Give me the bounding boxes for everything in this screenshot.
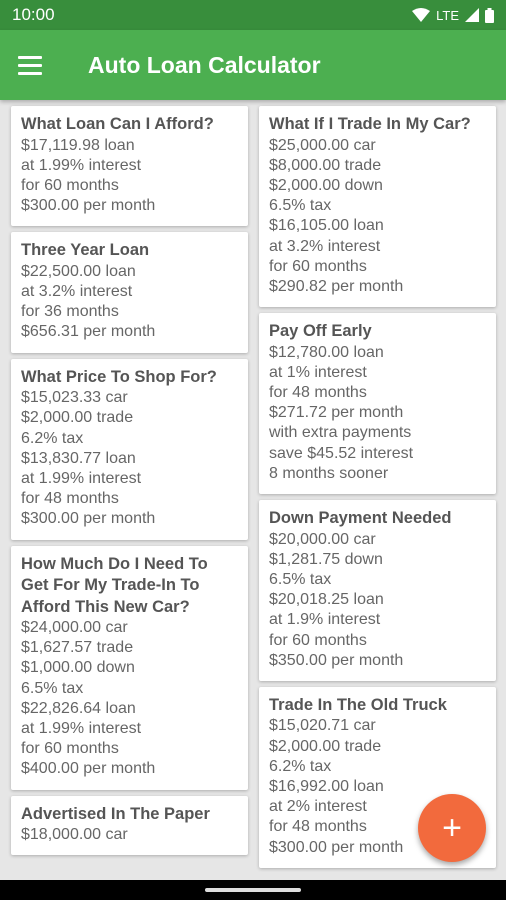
loan-card-detail: for 60 months: [269, 631, 367, 649]
loan-card-detail: $300.00 per month: [21, 197, 156, 215]
loan-card-detail: $1,627.57 trade: [21, 639, 134, 657]
loan-card-detail: $16,105.00 loan: [269, 217, 384, 235]
loan-card-detail: for 48 months: [21, 490, 119, 508]
loan-card-detail: 6.5% tax: [269, 197, 332, 215]
plus-icon: +: [442, 808, 462, 847]
loan-card[interactable]: Advertised In The Paper $18,000.00 car: [11, 795, 248, 856]
saved-loans-grid[interactable]: What Loan Can I Afford? $17,119.98 loan at…: [0, 100, 506, 880]
loan-card-detail: $12,780.00 loan: [269, 343, 384, 361]
loan-card-detail: $656.31 per month: [21, 323, 156, 341]
loan-card-detail: $8,000.00 trade: [269, 156, 382, 174]
loan-card-detail: at 1% interest: [269, 363, 367, 381]
loan-card-detail: $400.00 per month: [21, 760, 156, 778]
loan-card-detail: $1,281.75 down: [269, 550, 383, 568]
loan-card-detail: for 60 months: [21, 740, 119, 758]
loan-card-title: Down Payment Needed: [269, 509, 452, 528]
app-title: Auto Loan Calculator: [88, 51, 321, 78]
loan-card-detail: $2,000.00 trade: [21, 409, 134, 427]
right-column: What If I Trade In My Car? $25,000.00 car…: [259, 100, 496, 874]
loan-card-detail: for 48 months: [269, 384, 367, 402]
loan-card-detail: 6.5% tax: [269, 570, 332, 588]
loan-card-detail: $22,500.00 loan: [21, 262, 136, 280]
status-bar: 10:00 LTE: [0, 0, 506, 30]
loan-card-detail: 8 months sooner: [269, 464, 389, 482]
loan-card-title: How Much Do I Need To Get For My Trade-I…: [21, 554, 208, 616]
add-loan-button[interactable]: +: [418, 794, 486, 862]
loan-card[interactable]: Pay Off Early $12,780.00 loan at 1% intere…: [259, 313, 496, 495]
wifi-icon: [412, 8, 431, 22]
left-column: What Loan Can I Afford? $17,119.98 loan at…: [11, 100, 248, 861]
loan-card-title: Three Year Loan: [21, 241, 150, 260]
hamburger-menu-icon[interactable]: [18, 47, 54, 83]
loan-card-title: Pay Off Early: [269, 322, 372, 341]
loan-card-detail: $20,018.25 loan: [269, 591, 384, 609]
gesture-handle[interactable]: [205, 888, 301, 892]
loan-card-detail: $13,830.77 loan: [21, 449, 136, 467]
loan-card-detail: $300.00 per month: [21, 510, 156, 528]
loan-card-detail: at 1.99% interest: [21, 156, 142, 174]
app-bar: Auto Loan Calculator: [0, 30, 506, 100]
loan-card-detail: 6.2% tax: [21, 429, 84, 447]
loan-card[interactable]: Three Year Loan $22,500.00 loan at 3.2% in…: [11, 232, 248, 353]
loan-card-detail: 6.5% tax: [21, 679, 84, 697]
loan-card[interactable]: How Much Do I Need To Get For My Trade-I…: [11, 545, 248, 790]
loan-card-detail: with extra payments: [269, 424, 412, 442]
loan-card-detail: $18,000.00 car: [21, 826, 128, 844]
loan-card-title: What Loan Can I Afford?: [21, 115, 214, 133]
loan-card-detail: $15,020.71 car: [269, 717, 376, 735]
loan-card-detail: $22,826.64 loan: [21, 699, 136, 717]
loan-card[interactable]: What If I Trade In My Car? $25,000.00 car…: [259, 106, 496, 308]
network-type: LTE: [436, 7, 459, 23]
loan-card-detail: $25,000.00 car: [269, 136, 376, 154]
loan-card-title: Trade In The Old Truck: [269, 695, 447, 714]
loan-card-detail: at 1.9% interest: [269, 611, 381, 629]
loan-card-detail: $17,119.98 loan: [21, 136, 135, 154]
loan-card-detail: $1,000.00 down: [21, 659, 135, 677]
status-time: 10:00: [12, 5, 55, 24]
loan-card-detail: for 60 months: [21, 176, 119, 194]
loan-card[interactable]: Down Payment Needed $20,000.00 car $1,281.…: [259, 500, 496, 681]
loan-card-detail: $2,000.00 trade: [269, 737, 382, 755]
loan-card-detail: $271.72 per month: [269, 404, 404, 422]
loan-card-title: What Price To Shop For?: [21, 367, 217, 386]
loan-card-detail: $290.82 per month: [269, 277, 404, 295]
loan-card-title: Advertised In The Paper: [21, 804, 210, 823]
loan-card-detail: $2,000.00 down: [269, 176, 383, 194]
loan-card-detail: for 60 months: [269, 257, 367, 275]
loan-card-detail: $350.00 per month: [269, 651, 404, 669]
navigation-bar: [0, 880, 506, 900]
loan-card-detail: save $45.52 interest: [269, 444, 414, 462]
loan-card-detail: $24,000.00 car: [21, 619, 128, 637]
signal-icon: [465, 8, 479, 22]
loan-card-detail: at 3.2% interest: [21, 283, 133, 301]
loan-card-detail: at 3.2% interest: [269, 237, 381, 255]
loan-card[interactable]: What Loan Can I Afford? $17,119.98 loan at…: [11, 106, 248, 227]
loan-card-detail: 6.2% tax: [269, 757, 332, 775]
loan-card-detail: at 1.99% interest: [21, 720, 142, 738]
status-icons: LTE: [412, 7, 494, 23]
loan-card-detail: $20,000.00 car: [269, 530, 376, 548]
loan-card-detail: for 36 months: [21, 303, 119, 321]
battery-icon: [485, 7, 494, 23]
loan-card-detail: $15,023.33 car: [21, 389, 128, 407]
loan-card-detail: at 1.99% interest: [21, 469, 142, 487]
loan-card[interactable]: What Price To Shop For? $15,023.33 car $2,…: [11, 358, 248, 540]
loan-card-title: What If I Trade In My Car?: [269, 115, 471, 133]
